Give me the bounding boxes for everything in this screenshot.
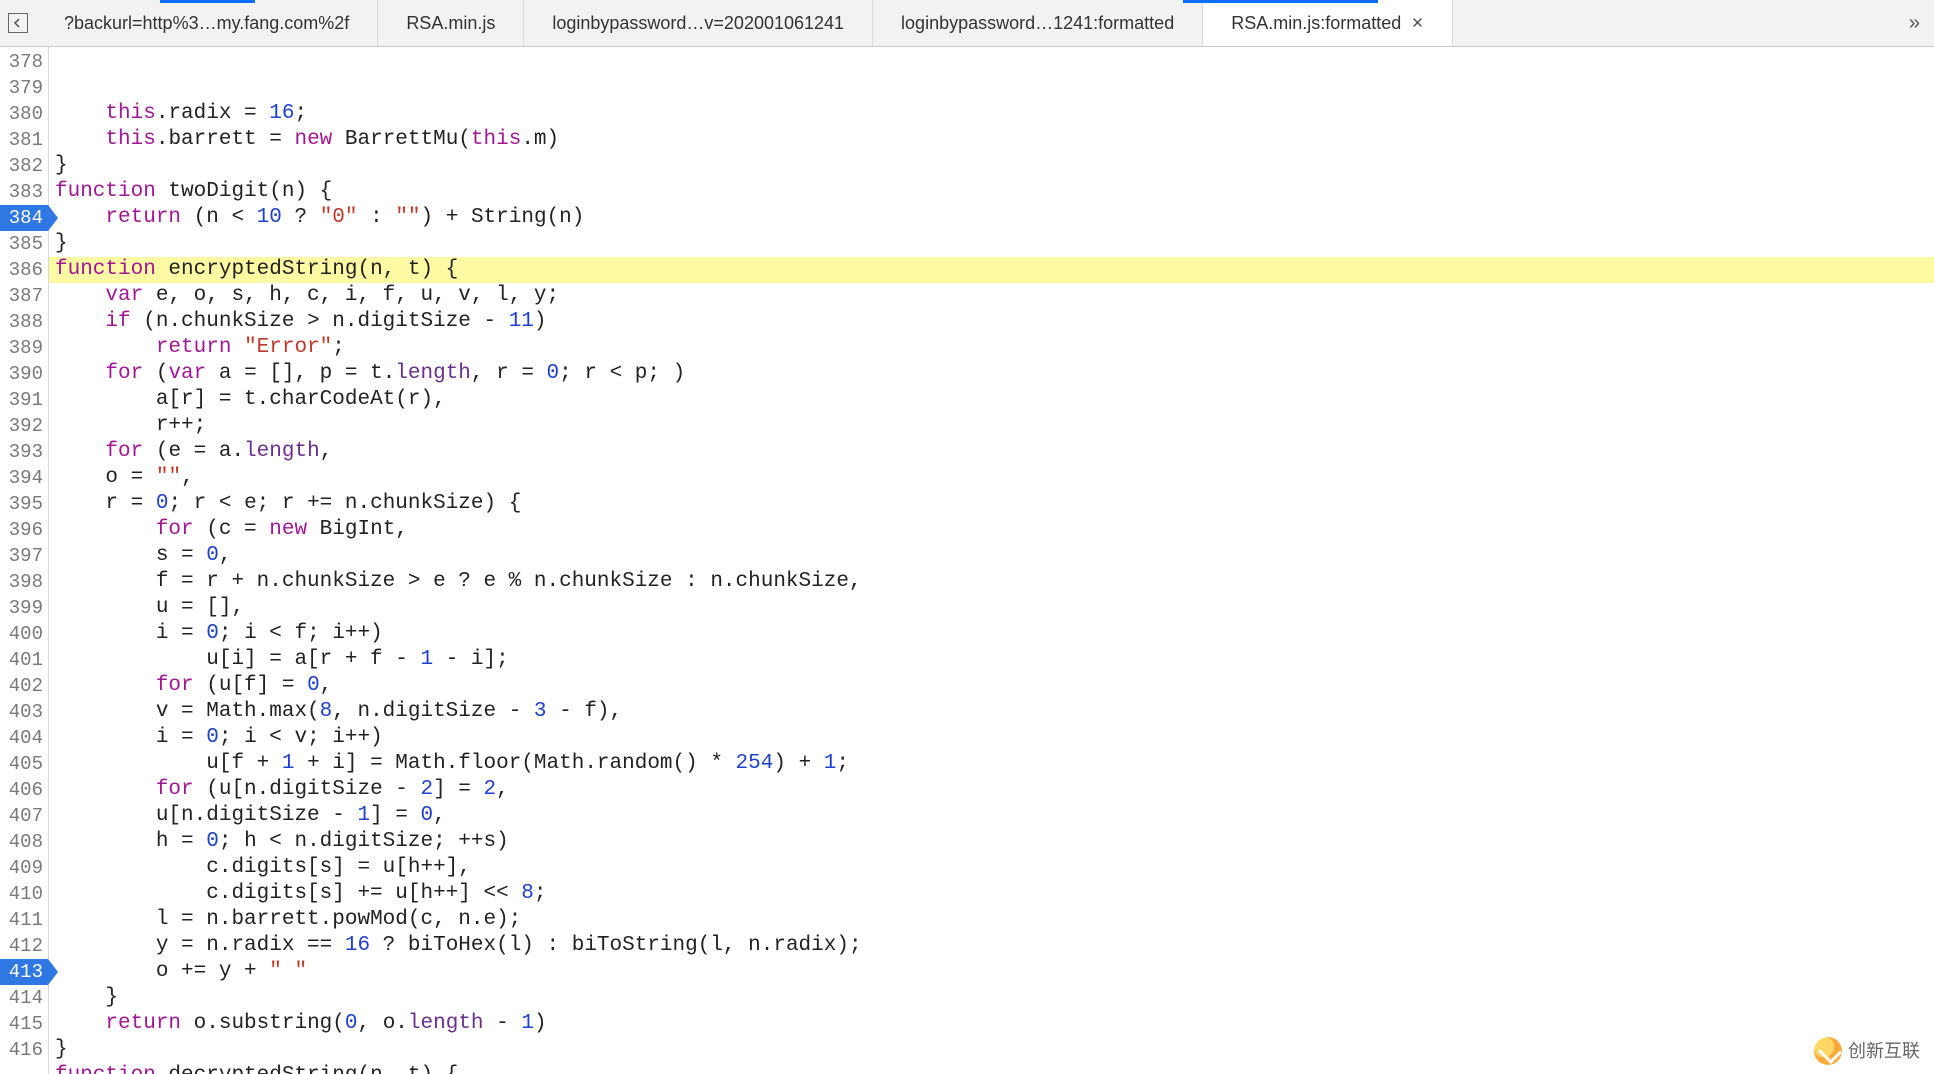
code-line[interactable]: return o.substring(0, o.length - 1) [49,1011,1934,1037]
tab-loginbypassword[interactable]: loginbypassword…v=202001061241 [524,0,873,46]
code-line[interactable]: return (n < 10 ? "0" : "") + String(n) [49,205,1934,231]
line-number-gutter[interactable]: 3783793803813823833843853863873883893903… [0,47,49,1074]
code-line[interactable]: var e, o, s, h, c, i, f, u, v, l, y; [49,283,1934,309]
line-number[interactable]: 382 [0,153,48,179]
code-line[interactable]: u[n.digitSize - 1] = 0, [49,803,1934,829]
code-line[interactable]: u = [], [49,595,1934,621]
code-line[interactable]: o = "", [49,465,1934,491]
code-line[interactable]: i = 0; i < f; i++) [49,621,1934,647]
code-line[interactable]: h = 0; h < n.digitSize; ++s) [49,829,1934,855]
code-line[interactable]: for (u[f] = 0, [49,673,1934,699]
code-line[interactable]: i = 0; i < v; i++) [49,725,1934,751]
line-number[interactable]: 381 [0,127,48,153]
tabs-overflow-button[interactable]: » [1895,12,1934,35]
code-line[interactable]: } [49,231,1934,257]
tab-nav-group [0,13,36,33]
line-number[interactable]: 392 [0,413,48,439]
code-line[interactable]: c.digits[s] += u[h++] << 8; [49,881,1934,907]
code-line[interactable]: u[i] = a[r + f - 1 - i]; [49,647,1934,673]
code-line[interactable]: a[r] = t.charCodeAt(r), [49,387,1934,413]
code-line[interactable]: y = n.radix == 16 ? biToHex(l) : biToStr… [49,933,1934,959]
code-line[interactable]: return "Error"; [49,335,1934,361]
source-tab-bar: ?backurl=http%3…my.fang.com%2f RSA.min.j… [0,0,1934,47]
line-number[interactable]: 380 [0,101,48,127]
line-number[interactable]: 402 [0,673,48,699]
code-line[interactable]: } [49,985,1934,1011]
line-number[interactable]: 403 [0,699,48,725]
code-line[interactable]: for (var a = [], p = t.length, r = 0; r … [49,361,1934,387]
code-line[interactable]: function twoDigit(n) { [49,179,1934,205]
code-line[interactable]: for (e = a.length, [49,439,1934,465]
close-icon[interactable]: ✕ [1411,14,1424,32]
chevron-left-icon [13,18,23,28]
line-number[interactable]: 388 [0,309,48,335]
line-number[interactable]: 410 [0,881,48,907]
line-number[interactable]: 386 [0,257,48,283]
code-line[interactable]: l = n.barrett.powMod(c, n.e); [49,907,1934,933]
line-number[interactable]: 390 [0,361,48,387]
tab-label: loginbypassword…1241:formatted [901,13,1174,34]
code-line[interactable]: for (u[n.digitSize - 2] = 2, [49,777,1934,803]
line-number[interactable]: 406 [0,777,48,803]
code-line[interactable]: this.radix = 16; [49,101,1934,127]
line-number[interactable]: 387 [0,283,48,309]
line-number[interactable]: 378 [0,49,48,75]
tab-backurl[interactable]: ?backurl=http%3…my.fang.com%2f [36,0,378,46]
line-number[interactable]: 391 [0,387,48,413]
line-number[interactable]: 407 [0,803,48,829]
code-line[interactable]: o += y + " " [49,959,1934,985]
line-number[interactable]: 404 [0,725,48,751]
code-editor: 3783793803813823833843853863873883893903… [0,47,1934,1074]
code-line[interactable]: this.barrett = new BarrettMu(this.m) [49,127,1934,153]
line-number[interactable]: 408 [0,829,48,855]
code-line[interactable]: function encryptedString(n, t) { [49,257,1934,283]
code-line[interactable]: r = 0; r < e; r += n.chunkSize) { [49,491,1934,517]
tab-label: RSA.min.js [406,13,495,34]
nav-back-button[interactable] [8,13,28,33]
line-number[interactable]: 397 [0,543,48,569]
tab-rsa-min[interactable]: RSA.min.js [378,0,524,46]
line-number[interactable]: 383 [0,179,48,205]
tab-label: ?backurl=http%3…my.fang.com%2f [64,13,349,34]
line-number[interactable]: 415 [0,1011,48,1037]
line-number[interactable]: 401 [0,647,48,673]
code-line[interactable]: function decryptedString(n, t) { [49,1063,1934,1074]
line-number[interactable]: 385 [0,231,48,257]
code-area[interactable]: this.radix = 16; this.barrett = new Barr… [49,47,1934,1074]
code-line[interactable]: for (c = new BigInt, [49,517,1934,543]
line-number[interactable]: 395 [0,491,48,517]
code-line[interactable]: v = Math.max(8, n.digitSize - 3 - f), [49,699,1934,725]
line-number[interactable]: 409 [0,855,48,881]
chevron-double-right-icon: » [1909,12,1920,34]
tab-list: ?backurl=http%3…my.fang.com%2f RSA.min.j… [36,0,1895,46]
tab-rsa-formatted[interactable]: RSA.min.js:formatted ✕ [1203,0,1453,46]
code-line[interactable]: } [49,153,1934,179]
line-number[interactable]: 393 [0,439,48,465]
tab-label: RSA.min.js:formatted [1231,13,1401,34]
code-line[interactable]: if (n.chunkSize > n.digitSize - 11) [49,309,1934,335]
line-number[interactable]: 412 [0,933,48,959]
line-number[interactable]: 379 [0,75,48,101]
line-number[interactable]: 405 [0,751,48,777]
line-number[interactable]: 411 [0,907,48,933]
line-number[interactable]: 384 [0,205,48,231]
code-line[interactable]: r++; [49,413,1934,439]
code-line[interactable]: s = 0, [49,543,1934,569]
line-number[interactable]: 398 [0,569,48,595]
line-number[interactable]: 399 [0,595,48,621]
line-number[interactable]: 416 [0,1037,48,1063]
code-line[interactable]: u[f + 1 + i] = Math.floor(Math.random() … [49,751,1934,777]
line-number[interactable]: 413 [0,959,48,985]
tab-loginbypassword-formatted[interactable]: loginbypassword…1241:formatted [873,0,1203,46]
line-number[interactable]: 394 [0,465,48,491]
code-line[interactable]: f = r + n.chunkSize > e ? e % n.chunkSiz… [49,569,1934,595]
code-line[interactable]: } [49,1037,1934,1063]
line-number[interactable]: 400 [0,621,48,647]
line-number[interactable]: 414 [0,985,48,1011]
code-line[interactable]: c.digits[s] = u[h++], [49,855,1934,881]
tab-label: loginbypassword…v=202001061241 [552,13,844,34]
line-number[interactable]: 396 [0,517,48,543]
line-number[interactable]: 389 [0,335,48,361]
